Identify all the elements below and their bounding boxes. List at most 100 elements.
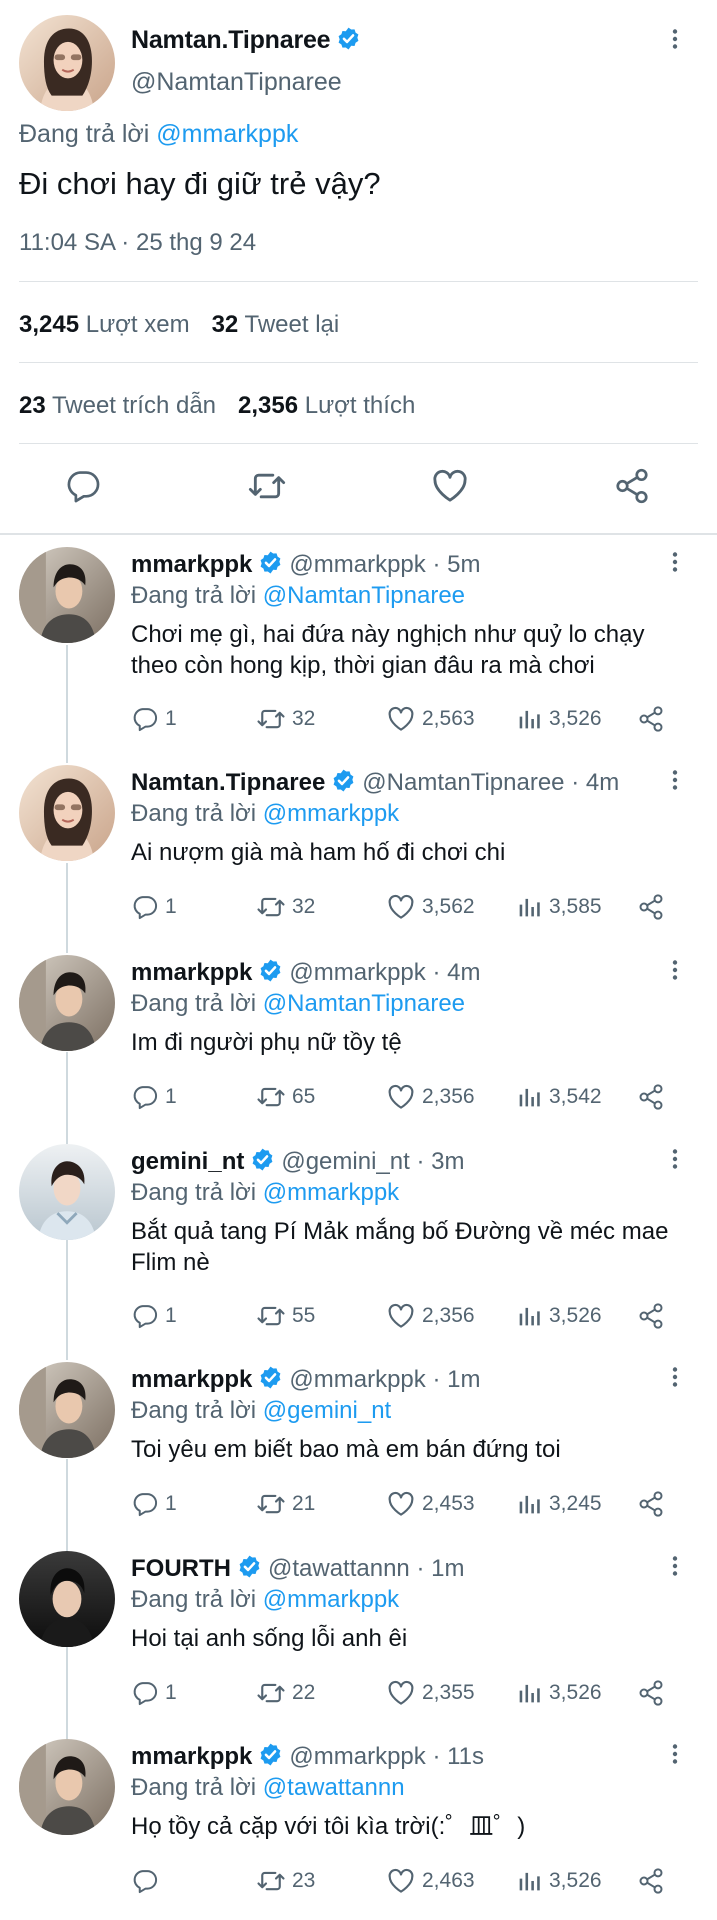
replying-to-link[interactable]: @mmarkppk [263, 1586, 399, 1613]
display-name[interactable]: mmarkppk [131, 959, 252, 986]
reply-tweet[interactable]: FOURTH @tawattannn · 1m Đang trả lời @mma… [0, 1551, 717, 1721]
views-button[interactable]: 3,585 [515, 892, 602, 922]
like-button[interactable]: 2,356 [386, 1082, 475, 1112]
views-stat[interactable]: 3,245 Lượt xem [19, 311, 190, 338]
like-button[interactable]: 2,563 [386, 704, 475, 734]
user-handle[interactable]: @mmarkppk · 4m [289, 959, 480, 986]
quotes-stat[interactable]: 23 Tweet trích dẫn [19, 392, 216, 419]
share-button[interactable] [637, 1082, 671, 1112]
display-name[interactable]: Namtan.Tipnaree [131, 769, 325, 796]
share-button[interactable] [637, 704, 671, 734]
views-button[interactable]: 3,526 [515, 1866, 602, 1896]
avatar[interactable] [19, 955, 115, 1051]
views-count: 3,245 [549, 1492, 602, 1515]
reply-icon [131, 1679, 165, 1707]
likes-stat[interactable]: 2,356 Lượt thích [238, 392, 415, 419]
more-options-icon[interactable] [663, 955, 687, 985]
replying-to-link[interactable]: @mmarkppk [156, 120, 298, 148]
share-button[interactable] [637, 892, 671, 922]
action-bar: 1 22 2,355 3,526 [131, 1678, 691, 1708]
display-name[interactable]: mmarkppk [131, 1366, 252, 1393]
retweets-stat[interactable]: 32 Tweet lại [212, 311, 340, 338]
views-button[interactable]: 3,526 [515, 1301, 602, 1331]
replying-to-link[interactable]: @tawattannn [263, 1774, 405, 1801]
reply-button[interactable]: 1 [131, 1301, 177, 1331]
reply-tweet[interactable]: Namtan.Tipnaree @NamtanTipnaree · 4m Đang… [0, 765, 717, 935]
user-handle[interactable]: @NamtanTipnaree [131, 68, 342, 97]
like-button[interactable]: 2,355 [386, 1678, 475, 1708]
user-handle[interactable]: @gemini_nt · 3m [281, 1148, 464, 1175]
avatar[interactable] [19, 1362, 115, 1458]
user-handle[interactable]: @tawattannn · 1m [268, 1555, 464, 1582]
like-button[interactable]: 2,453 [386, 1489, 475, 1519]
tweet-text: Ai nượm già mà ham hố đi chơi chi [131, 839, 506, 866]
reply-tweet[interactable]: mmarkppk @mmarkppk · 11s Đang trả lời @ta… [0, 1739, 717, 1909]
avatar[interactable] [19, 1551, 115, 1647]
replying-to-link[interactable]: @NamtanTipnaree [263, 990, 465, 1017]
display-name[interactable]: mmarkppk [131, 1743, 252, 1770]
share-button[interactable] [607, 463, 657, 513]
display-name[interactable]: mmarkppk [131, 551, 252, 578]
views-button[interactable]: 3,526 [515, 1678, 602, 1708]
more-options-icon[interactable] [663, 765, 687, 795]
more-options-icon[interactable] [663, 24, 687, 54]
reply-button[interactable]: 1 [131, 1489, 177, 1519]
retweet-button[interactable]: 55 [256, 1301, 315, 1331]
avatar[interactable] [19, 547, 115, 643]
replying-to-link[interactable]: @mmarkppk [263, 1179, 399, 1206]
retweet-button[interactable]: 21 [256, 1489, 315, 1519]
more-options-icon[interactable] [663, 547, 687, 577]
tweet-timestamp[interactable]: 11:04 SA · 25 thg 9 24 [19, 229, 256, 257]
like-button[interactable] [425, 463, 475, 513]
display-name[interactable]: FOURTH [131, 1555, 231, 1582]
more-options-icon[interactable] [663, 1362, 687, 1392]
divider [19, 281, 698, 282]
retweet-button[interactable]: 32 [256, 704, 315, 734]
user-handle[interactable]: @mmarkppk · 1m [289, 1366, 480, 1393]
more-options-icon[interactable] [663, 1551, 687, 1581]
more-options-icon[interactable] [663, 1144, 687, 1174]
reply-button[interactable]: 1 [131, 1082, 177, 1112]
retweet-button[interactable]: 32 [256, 892, 315, 922]
reply-button[interactable]: 1 [131, 892, 177, 922]
share-button[interactable] [637, 1866, 671, 1896]
divider [19, 362, 698, 363]
retweet-button[interactable]: 23 [256, 1866, 315, 1896]
views-button[interactable]: 3,542 [515, 1082, 602, 1112]
replying-to-link[interactable]: @gemini_nt [263, 1397, 391, 1424]
like-button[interactable]: 2,463 [386, 1866, 475, 1896]
retweet-button[interactable] [242, 463, 292, 513]
retweet-button[interactable]: 22 [256, 1678, 315, 1708]
reply-button[interactable]: 1 [131, 1678, 177, 1708]
views-button[interactable]: 3,526 [515, 704, 602, 734]
reply-tweet[interactable]: mmarkppk @mmarkppk · 5m Đang trả lời @Nam… [0, 547, 717, 747]
avatar[interactable] [19, 1739, 115, 1835]
reply-tweet[interactable]: mmarkppk @mmarkppk · 1m Đang trả lời @gem… [0, 1362, 717, 1532]
avatar[interactable] [19, 765, 115, 861]
reply-button[interactable]: 1 [131, 704, 177, 734]
replying-to-link[interactable]: @mmarkppk [263, 800, 399, 827]
replying-to-link[interactable]: @NamtanTipnaree [263, 582, 465, 609]
share-button[interactable] [637, 1489, 671, 1519]
reply-button[interactable] [58, 463, 108, 513]
like-button[interactable]: 2,356 [386, 1301, 475, 1331]
avatar[interactable] [19, 1144, 115, 1240]
share-button[interactable] [637, 1301, 671, 1331]
share-button[interactable] [637, 1678, 671, 1708]
user-handle[interactable]: @mmarkppk · 5m [289, 551, 480, 578]
reply-tweet[interactable]: gemini_nt @gemini_nt · 3m Đang trả lời @m… [0, 1144, 717, 1344]
user-handle[interactable]: @mmarkppk · 11s [289, 1743, 484, 1770]
views-icon [515, 893, 549, 921]
display-name[interactable]: Namtan.Tipnaree [131, 26, 361, 55]
reply-tweet[interactable]: mmarkppk @mmarkppk · 4m Đang trả lời @Nam… [0, 955, 717, 1125]
views-button[interactable]: 3,245 [515, 1489, 602, 1519]
more-options-icon[interactable] [663, 1739, 687, 1769]
display-name[interactable]: gemini_nt [131, 1148, 244, 1175]
avatar[interactable] [19, 15, 115, 111]
retweet-button[interactable]: 65 [256, 1082, 315, 1112]
reply-button[interactable] [131, 1866, 165, 1896]
display-name-text[interactable]: Namtan.Tipnaree [131, 26, 331, 54]
replying-to-label: Đang trả lời [131, 1179, 257, 1206]
like-button[interactable]: 3,562 [386, 892, 475, 922]
user-handle[interactable]: @NamtanTipnaree · 4m [362, 769, 619, 796]
